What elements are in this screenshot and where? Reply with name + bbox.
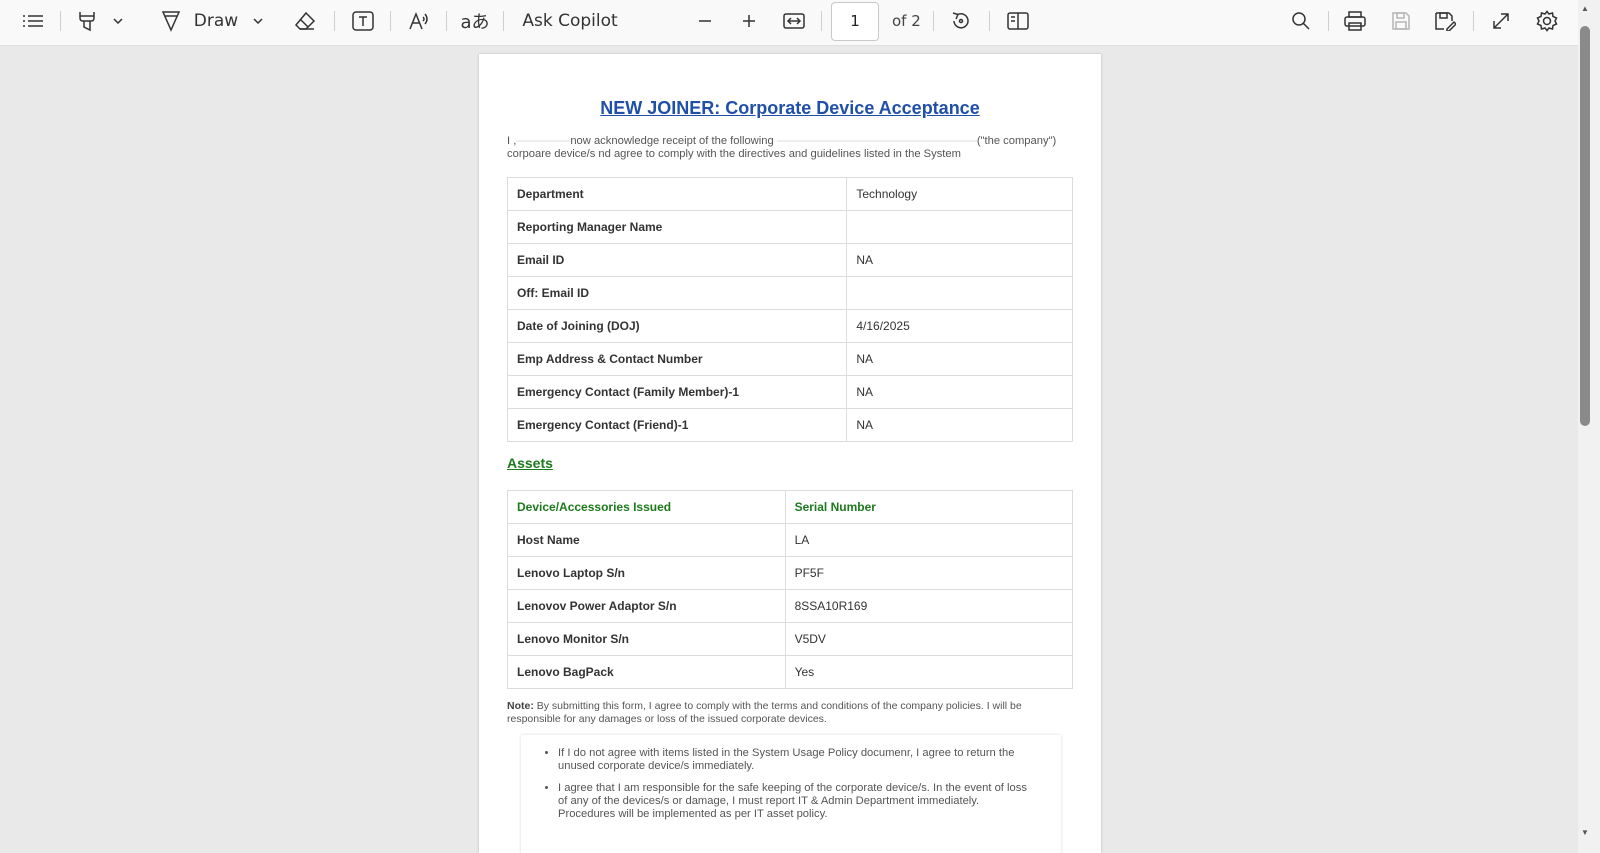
intro-text-1: I , (507, 135, 517, 147)
field-value: NA (846, 342, 1073, 376)
asset-name: Lenovo BagPack (507, 655, 786, 689)
redacted-name (516, 140, 571, 143)
table-row: Host Name LA (507, 523, 1074, 557)
field-label: Department (506, 177, 848, 211)
contents-icon[interactable] (20, 6, 46, 36)
list-item: If I do not agree with items listed in t… (558, 747, 1037, 773)
field-value: NA (846, 243, 1073, 277)
print-icon[interactable] (1342, 6, 1368, 36)
draw-button[interactable]: Draw (194, 6, 238, 36)
table-row: Reporting Manager Name (506, 210, 1073, 244)
fullscreen-icon[interactable] (1488, 6, 1514, 36)
page-total-label: of 2 (892, 12, 921, 30)
field-value: NA (846, 375, 1073, 409)
asset-serial: Yes (784, 655, 1074, 689)
note-paragraph: Note: By submitting this form, I agree t… (507, 700, 1073, 725)
save-icon[interactable] (1388, 6, 1414, 36)
field-value (846, 210, 1073, 244)
field-value: NA (846, 408, 1073, 442)
eraser-icon[interactable] (292, 6, 318, 36)
asset-serial: LA (784, 523, 1074, 557)
assets-table: Device/Accessories Issued Serial Number H… (507, 490, 1074, 689)
scrollbar-thumb[interactable] (1580, 26, 1590, 426)
note-text: By submitting this form, I agree to comp… (507, 700, 1022, 725)
asset-serial: 8SSA10R169 (784, 589, 1074, 623)
search-icon[interactable] (1288, 6, 1314, 36)
field-label: Reporting Manager Name (506, 210, 848, 244)
asset-name: Lenovo Monitor S/n (507, 622, 786, 656)
draw-dropdown-chevron-icon[interactable] (250, 6, 266, 36)
rotate-icon[interactable] (948, 6, 974, 36)
field-label: Off: Email ID (506, 276, 848, 310)
pdf-toolbar: Draw aあ Ask Copilot 1 of 2 (0, 0, 1600, 46)
field-label: Emergency Contact (Family Member)-1 (506, 375, 848, 409)
table-row: Date of Joining (DOJ) 4/16/2025 (506, 309, 1073, 343)
page-view-icon[interactable] (1004, 6, 1032, 36)
table-row: Off: Email ID (506, 276, 1073, 310)
zoom-in-icon[interactable] (736, 6, 762, 36)
add-text-icon[interactable] (350, 6, 376, 36)
table-header-row: Device/Accessories Issued Serial Number (507, 490, 1074, 524)
translate-icon[interactable]: aあ (460, 6, 490, 36)
column-header: Serial Number (784, 490, 1074, 524)
assets-heading: Assets (507, 455, 553, 471)
asset-serial: V5DV (784, 622, 1074, 656)
employee-info-table: Department Technology Reporting Manager N… (506, 177, 1073, 442)
save-as-icon[interactable] (1432, 6, 1458, 36)
field-label: Emergency Contact (Friend)-1 (506, 408, 848, 442)
read-aloud-icon[interactable] (406, 6, 432, 36)
note-label: Note: (507, 700, 534, 712)
policy-bullets-box: If I do not agree with items listed in t… (521, 735, 1061, 853)
table-row: Email ID NA (506, 243, 1073, 277)
table-row: Lenovo BagPack Yes (507, 655, 1074, 689)
highlight-icon[interactable] (74, 6, 100, 36)
intro-text-2: now acknowledge receipt of the following (570, 135, 774, 147)
asset-name: Host Name (507, 523, 786, 557)
settings-gear-icon[interactable] (1534, 6, 1560, 36)
intro-paragraph: I , now acknowledge receipt of the follow… (507, 135, 1073, 161)
table-row: Lenovov Power Adaptor S/n 8SSA10R169 (507, 589, 1074, 623)
table-row: Emergency Contact (Family Member)-1 NA (506, 375, 1073, 409)
table-row: Emp Address & Contact Number NA (506, 342, 1073, 376)
field-value: 4/16/2025 (846, 309, 1073, 343)
field-value (846, 276, 1073, 310)
zoom-out-icon[interactable] (692, 6, 718, 36)
scroll-up-arrow-icon[interactable]: ▲ (1580, 4, 1590, 13)
column-header: Device/Accessories Issued (507, 490, 786, 524)
scroll-down-arrow-icon[interactable]: ▼ (1580, 828, 1590, 837)
highlight-dropdown-chevron-icon[interactable] (110, 6, 126, 36)
ask-copilot-button[interactable]: Ask Copilot (522, 6, 618, 36)
page-number-input[interactable]: 1 (831, 2, 879, 41)
table-row: Lenovo Laptop S/n PF5F (507, 556, 1074, 590)
field-label: Email ID (506, 243, 848, 277)
asset-name: Lenovo Laptop S/n (507, 556, 786, 590)
fit-width-icon[interactable] (780, 6, 808, 36)
table-row: Emergency Contact (Friend)-1 NA (506, 408, 1073, 442)
document-title: NEW JOINER: Corporate Device Acceptance (600, 98, 980, 118)
document-page: NEW JOINER: Corporate Device Acceptance … (479, 54, 1101, 853)
field-label: Date of Joining (DOJ) (506, 309, 848, 343)
asset-serial: PF5F (784, 556, 1074, 590)
field-label: Emp Address & Contact Number (506, 342, 848, 376)
draw-pen-icon[interactable] (158, 6, 184, 36)
table-row: Lenovo Monitor S/n V5DV (507, 622, 1074, 656)
redacted-company (776, 140, 977, 143)
table-row: Department Technology (506, 177, 1073, 211)
list-item: I agree that I am responsible for the sa… (558, 782, 1037, 821)
asset-name: Lenovov Power Adaptor S/n (507, 589, 786, 623)
field-value: Technology (846, 177, 1073, 211)
